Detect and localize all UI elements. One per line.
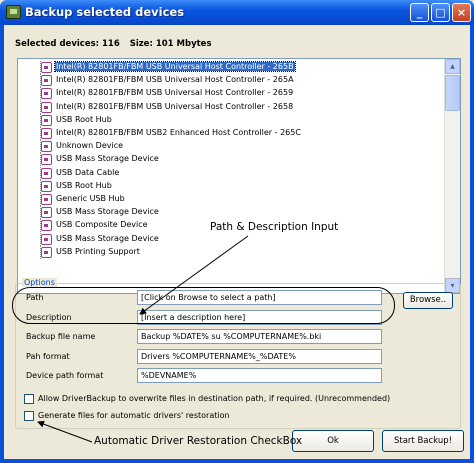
size-label: Size: <box>129 39 153 49</box>
maximize-button[interactable]: □ <box>431 3 450 22</box>
device-row[interactable]: USB Mass Storage Device <box>18 206 443 220</box>
device-list[interactable]: Intel(R) 82801FB/FBM USB Universal Host … <box>17 58 461 294</box>
device-path-field[interactable]: %DEVNAME% <box>137 368 382 383</box>
start-backup-button[interactable]: Start Backup! <box>382 430 464 452</box>
usb-device-icon <box>41 101 52 113</box>
usb-device-icon <box>41 114 52 126</box>
usb-device-icon <box>41 128 52 139</box>
device-row[interactable]: Intel(R) 82801FB/FBM USB Universal Host … <box>18 74 443 88</box>
restoration-label: Generate files for automatic drivers' re… <box>38 411 230 420</box>
device-label: USB Mass Storage Device <box>56 207 159 217</box>
usb-device-icon <box>41 88 52 100</box>
device-row[interactable]: Intel(R) 82801FB/FBM USB Universal Host … <box>18 100 443 114</box>
device-label: Intel(R) 82801FB/FBM USB2 Enhanced Host … <box>56 128 301 137</box>
device-row[interactable]: USB Printing Support <box>18 245 443 259</box>
device-path-label: Device path format <box>26 371 104 380</box>
device-label: USB Mass Storage Device <box>56 233 159 243</box>
device-row[interactable]: Intel(R) 82801FB/FBM USB Universal Host … <box>18 87 443 101</box>
path-description-annotation: Path & Description Input <box>210 221 339 233</box>
device-row[interactable]: USB Root Hub <box>18 113 443 127</box>
scroll-up-icon[interactable]: ▲ <box>445 59 460 74</box>
device-row[interactable]: USB Root Hub <box>18 179 443 193</box>
device-row[interactable]: USB Mass Storage Device <box>18 153 443 167</box>
devices-label: Selected devices: <box>15 39 100 49</box>
overwrite-checkbox[interactable] <box>24 394 34 404</box>
usb-device-icon <box>41 220 52 232</box>
size-value: 101 Mbytes <box>155 39 212 49</box>
path-format-field[interactable]: Drivers %COMPUTERNAME%_%DATE% <box>137 349 382 364</box>
usb-device-icon <box>41 62 52 73</box>
usb-device-icon <box>41 180 52 192</box>
options-legend: Options <box>22 278 57 287</box>
close-button[interactable]: × <box>452 3 471 22</box>
device-row[interactable]: Intel(R) 82801FB/FBM USB Universal Host … <box>18 61 443 74</box>
device-label: USB Data Cable <box>56 167 120 177</box>
usb-device-icon <box>41 207 52 219</box>
device-label: Intel(R) 82801FB/FBM USB Universal Host … <box>56 101 294 111</box>
path-format-label: Pah format <box>26 352 70 361</box>
backup-file-label: Backup file name <box>26 332 96 341</box>
device-row[interactable]: Intel(R) 82801FB/FBM USB2 Enhanced Host … <box>18 127 443 140</box>
dialog-body: Selected devices: 116 Size: 101 Mbytes I… <box>4 25 470 459</box>
device-label: Generic USB Hub <box>56 194 125 203</box>
usb-device-icon <box>41 167 52 179</box>
usb-device-icon <box>41 154 52 166</box>
device-label: Unknown Device <box>56 141 124 151</box>
device-label: USB Composite Device <box>56 220 148 230</box>
device-row[interactable]: USB Data Cable <box>18 166 443 180</box>
window-title: Backup selected devices <box>25 5 185 19</box>
app-icon <box>6 5 21 19</box>
device-label: USB Root Hub <box>56 180 112 190</box>
devices-count: 116 <box>102 39 120 49</box>
device-label: Intel(R) 82801FB/FBM USB Universal Host … <box>54 61 296 72</box>
overwrite-label: Allow DriverBackup to overwrite files in… <box>38 394 391 403</box>
scroll-thumb[interactable] <box>445 75 460 111</box>
title-bar[interactable]: Backup selected devices _ □ × <box>0 0 474 25</box>
vertical-scrollbar[interactable]: ▲ ▼ <box>444 59 460 293</box>
ok-button[interactable]: Ok <box>292 430 374 452</box>
device-label: Intel(R) 82801FB/FBM USB Universal Host … <box>56 88 294 98</box>
backup-file-field[interactable]: Backup %DATE% su %COMPUTERNAME%.bki <box>137 329 382 344</box>
usb-device-icon <box>41 141 52 153</box>
usb-device-icon <box>41 194 52 205</box>
minimize-button[interactable]: _ <box>410 3 429 22</box>
device-label: USB Root Hub <box>56 114 112 124</box>
device-label: Intel(R) 82801FB/FBM USB Universal Host … <box>56 75 294 85</box>
device-label: USB Mass Storage Device <box>56 154 159 164</box>
device-row[interactable]: Generic USB Hub <box>18 193 443 206</box>
selection-summary: Selected devices: 116 Size: 101 Mbytes <box>15 39 212 49</box>
window-frame: Backup selected devices _ □ × Selected d… <box>0 0 474 463</box>
device-row[interactable]: Unknown Device <box>18 140 443 154</box>
device-label: USB Printing Support <box>56 246 140 256</box>
highlight-ellipse <box>12 287 395 324</box>
usb-device-icon <box>41 246 52 258</box>
device-row[interactable]: USB Mass Storage Device <box>18 232 443 246</box>
restoration-checkbox[interactable] <box>24 411 34 421</box>
browse-button[interactable]: Browse.. <box>403 292 453 309</box>
usb-device-icon <box>41 233 52 245</box>
restoration-annotation: Automatic Driver Restoration CheckBox <box>94 435 303 447</box>
usb-device-icon <box>41 75 52 87</box>
